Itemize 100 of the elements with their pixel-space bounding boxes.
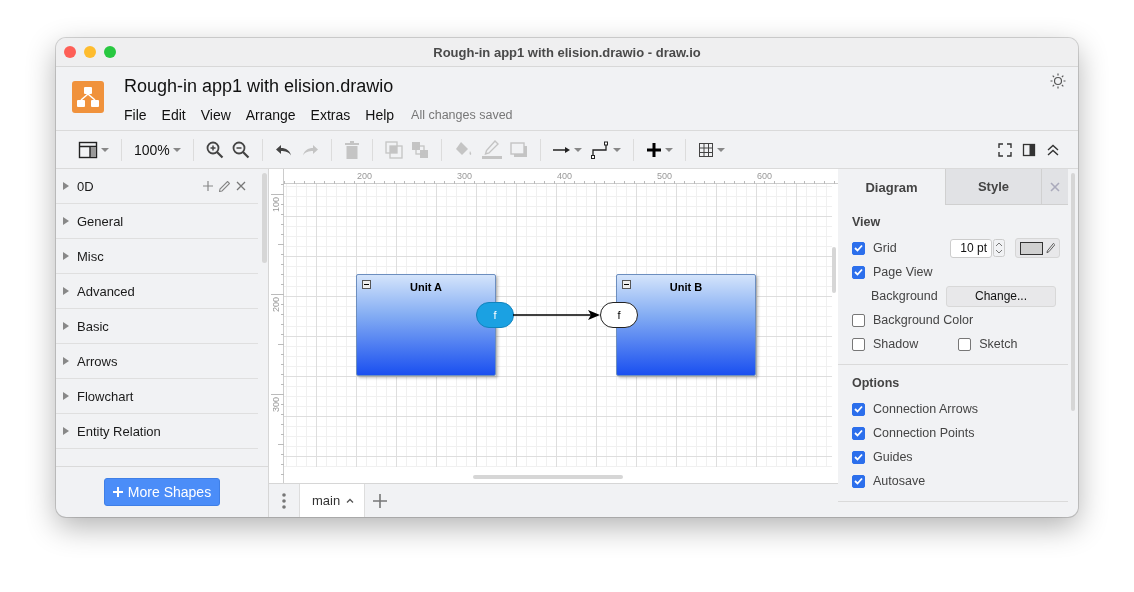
- check-icon: [854, 244, 863, 252]
- menu-item[interactable]: Help: [365, 105, 403, 125]
- more-vertical-icon[interactable]: [282, 492, 286, 509]
- plus-icon: [645, 141, 662, 158]
- sidebar-panel-icon: [1022, 142, 1036, 157]
- grid-size-field[interactable]: 10 pt: [950, 238, 992, 258]
- field-label: Background: [871, 289, 938, 303]
- port-shape: f: [476, 302, 514, 328]
- shape-section[interactable]: Basic: [77, 318, 109, 334]
- check-icon: [854, 429, 863, 437]
- window-title: Rough-in app1 with elision.drawio - draw.io: [433, 44, 701, 60]
- section-title: Options: [852, 376, 901, 390]
- shadow-icon: [509, 141, 528, 158]
- caret-icon: [172, 147, 181, 152]
- eyedropper-icon: [1045, 242, 1055, 254]
- checkbox[interactable]: [852, 241, 865, 255]
- check-icon: [854, 477, 863, 485]
- triangle-right-icon[interactable]: [63, 427, 69, 435]
- shape-label: Unit A: [409, 281, 443, 293]
- section-title: View: [852, 215, 882, 229]
- shape-section[interactable]: Misc: [77, 248, 104, 264]
- sun-icon[interactable]: [1050, 73, 1066, 89]
- check-icon: [854, 405, 863, 413]
- shape-section[interactable]: Flowchart: [77, 388, 134, 404]
- triangle-right-icon[interactable]: [63, 357, 69, 365]
- zoom-in-icon: [205, 140, 224, 159]
- checkbox-label: Guides: [873, 450, 913, 464]
- chevrons-up-icon: [1046, 142, 1060, 157]
- panel-tab[interactable]: Style: [945, 169, 1041, 205]
- trash-icon: [343, 140, 360, 159]
- caret-icon: [101, 147, 109, 152]
- caret-icon: [346, 498, 355, 503]
- checkbox[interactable]: [852, 450, 865, 464]
- checkbox[interactable]: [958, 337, 972, 351]
- triangle-right-icon[interactable]: [63, 252, 69, 260]
- checkbox-label: Connection Points: [873, 426, 975, 440]
- checkbox-label: Background Color: [873, 313, 974, 327]
- triangle-right-icon[interactable]: [63, 182, 69, 190]
- stepper-icon[interactable]: [993, 239, 1005, 257]
- save-status: All changes saved: [411, 108, 513, 122]
- caret-icon: [664, 147, 673, 152]
- caret-icon: [573, 147, 582, 152]
- shape-section[interactable]: 0D: [77, 178, 94, 194]
- grid-color-button[interactable]: [1015, 238, 1060, 258]
- page-tab[interactable]: main: [299, 484, 366, 517]
- menu-item[interactable]: View: [200, 105, 239, 125]
- close-button[interactable]: [64, 46, 76, 58]
- checkbox-label: Shadow: [873, 337, 919, 351]
- arrow-icon: [552, 144, 571, 155]
- pencil-icon[interactable]: [219, 180, 230, 192]
- collapse-icon[interactable]: [362, 280, 371, 289]
- to-front-icon: [384, 140, 403, 159]
- app-logo-icon: [72, 81, 104, 113]
- caret-icon: [716, 147, 725, 152]
- to-back-icon: [410, 140, 429, 159]
- shape-section[interactable]: General: [77, 213, 124, 229]
- triangle-right-icon[interactable]: [63, 322, 69, 330]
- add-icon[interactable]: [203, 180, 213, 191]
- fullscreen-icon: [998, 142, 1012, 157]
- triangle-right-icon[interactable]: [63, 217, 69, 225]
- port-shape: f: [600, 302, 638, 328]
- checkbox-label: Grid: [873, 241, 897, 255]
- checkbox[interactable]: [852, 474, 865, 488]
- document-title[interactable]: Rough-in app1 with elision.drawio: [124, 76, 513, 100]
- checkbox-label: Connection Arrows: [873, 402, 978, 416]
- redo-icon: [300, 142, 319, 157]
- triangle-right-icon[interactable]: [63, 287, 69, 295]
- menu-item[interactable]: Extras: [310, 105, 359, 125]
- checkbox-label: Page View: [873, 265, 933, 279]
- scrollbar[interactable]: [262, 173, 267, 263]
- check-icon: [854, 268, 863, 276]
- checkbox[interactable]: [852, 402, 865, 416]
- collapse-icon[interactable]: [622, 280, 631, 289]
- menu-item[interactable]: File: [124, 105, 155, 125]
- scrollbar[interactable]: [473, 475, 623, 479]
- scrollbar[interactable]: [832, 247, 836, 293]
- caret-icon: [612, 147, 621, 152]
- checkbox-label: Autosave: [873, 474, 926, 488]
- add-page-icon[interactable]: [373, 493, 388, 508]
- checkbox[interactable]: [852, 265, 865, 279]
- shape-section[interactable]: Advanced: [77, 283, 135, 299]
- change-button[interactable]: Change...: [946, 285, 1056, 307]
- undo-icon: [274, 142, 293, 157]
- layout-icon: [78, 139, 98, 160]
- menu-item[interactable]: Arrange: [245, 105, 304, 125]
- waypoint-icon: [589, 139, 610, 160]
- menu-item[interactable]: Edit: [161, 105, 194, 125]
- zoom-out-icon: [231, 140, 250, 159]
- close-icon[interactable]: [236, 180, 246, 191]
- checkbox[interactable]: [852, 313, 865, 327]
- checkbox[interactable]: [852, 426, 865, 440]
- triangle-right-icon[interactable]: [63, 392, 69, 400]
- shape-label: Unit B: [668, 281, 704, 293]
- checkbox[interactable]: [852, 337, 865, 351]
- vertical-ruler: 100 200 300: [269, 169, 284, 483]
- plus-icon: [112, 487, 123, 497]
- shape-section[interactable]: Arrows: [77, 353, 118, 369]
- checkbox-label: Sketch: [979, 337, 1018, 351]
- shape-section[interactable]: Entity Relation: [77, 423, 161, 439]
- zoom-dropdown[interactable]: 100%: [130, 135, 185, 164]
